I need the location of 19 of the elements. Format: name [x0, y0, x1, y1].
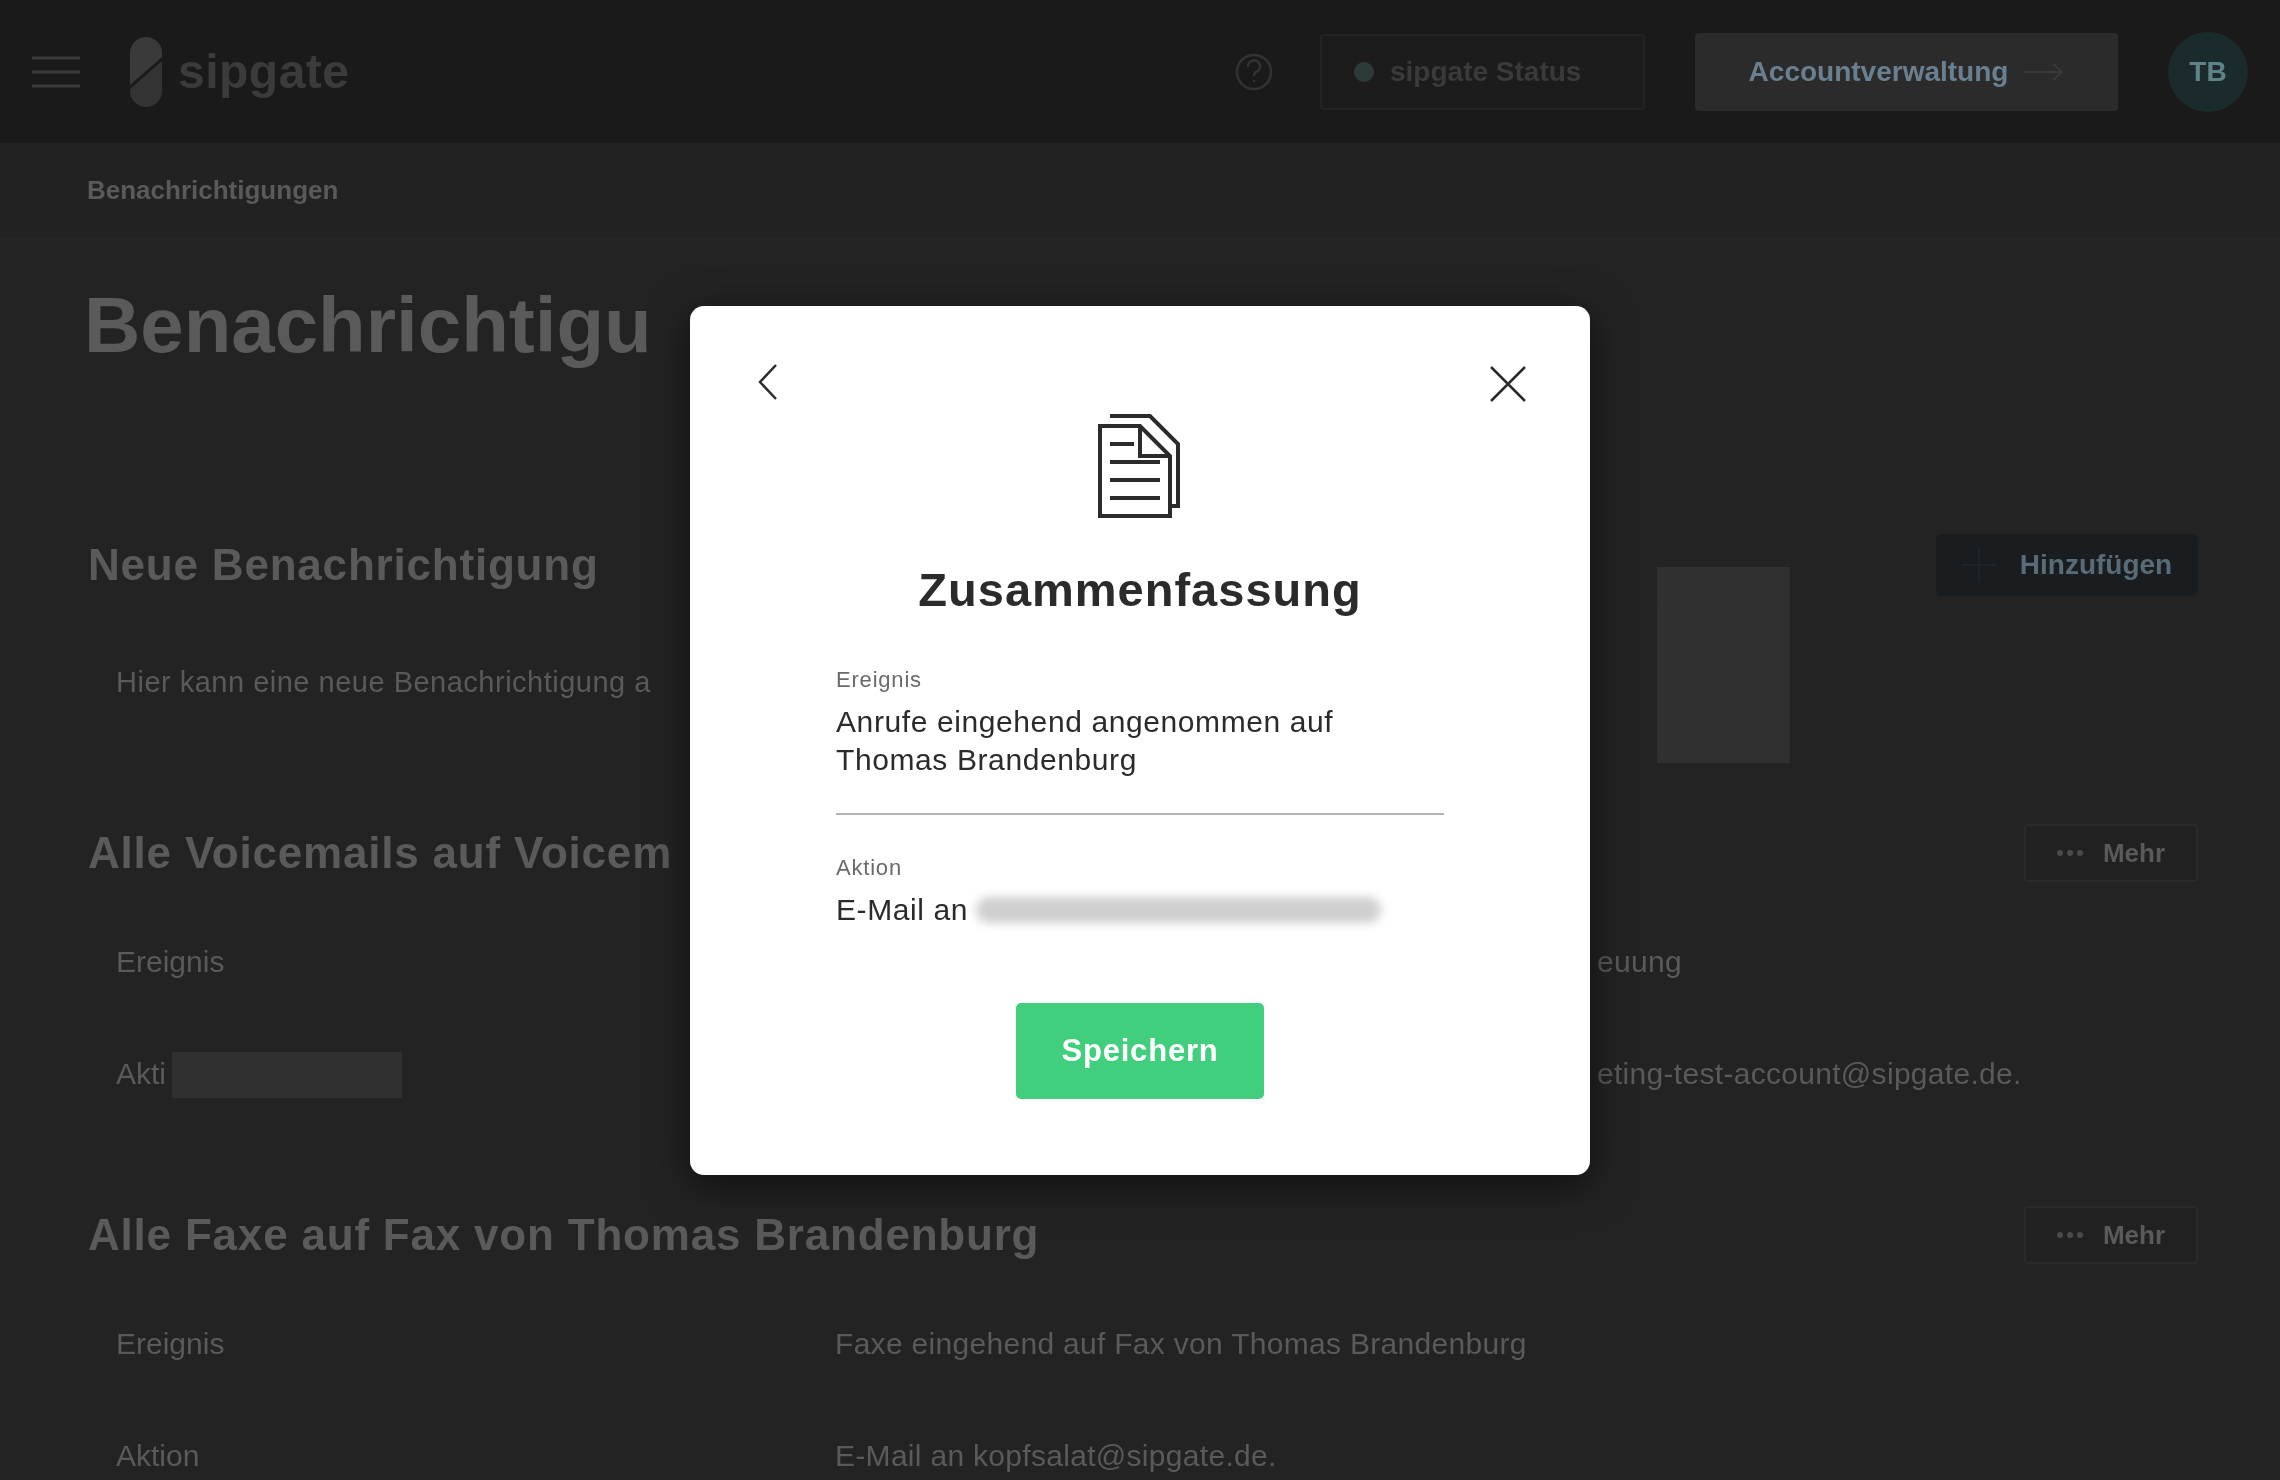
dots-icon: [2056, 850, 2083, 856]
close-icon: [1490, 366, 1526, 402]
breadcrumb-link[interactable]: Benachrichtigungen: [87, 175, 339, 206]
user-avatar[interactable]: TB: [2168, 31, 2248, 112]
dialog-title: Zusammenfassung: [918, 562, 1362, 617]
field-value: Anrufe eingehend angenommen auf Thomas Brandenburg: [836, 704, 1335, 778]
field-label: Aktion: [836, 855, 903, 881]
more-button[interactable]: Mehr: [2024, 824, 2198, 882]
logo-icon: [128, 34, 164, 109]
add-button[interactable]: Hinzufügen: [1936, 534, 2198, 596]
save-button[interactable]: Speichern: [1016, 1003, 1264, 1099]
field-value: E-Mail an: [836, 892, 969, 928]
dots-icon: [2056, 1232, 2083, 1238]
chevron-left-icon: [758, 364, 778, 400]
status-dot-icon: [1354, 61, 1374, 82]
field-label: Ereignis: [836, 667, 923, 693]
documents-icon: [1098, 412, 1182, 518]
more-button[interactable]: Mehr: [2024, 1206, 2198, 1264]
account-button[interactable]: Accountverwaltung: [1695, 32, 2118, 111]
